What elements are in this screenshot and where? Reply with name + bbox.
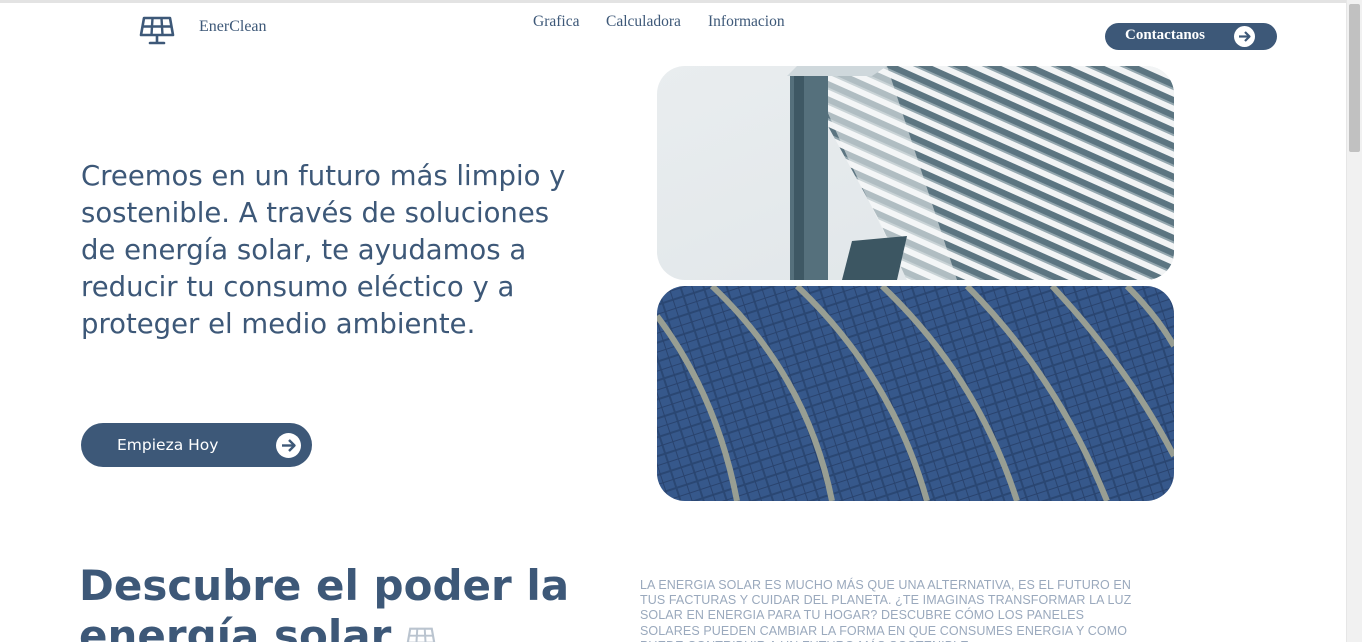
hero-text: Creemos en un futuro más limpio y sosten… — [81, 160, 566, 340]
top-border — [0, 0, 1346, 3]
solar-panel-icon[interactable] — [139, 16, 175, 45]
contact-button[interactable]: Contactanos — [1105, 23, 1277, 50]
brand-name[interactable]: EnerClean — [199, 18, 267, 36]
start-today-button[interactable]: Empieza Hoy — [81, 423, 312, 467]
solar-panel-icon — [406, 627, 436, 642]
nav-link-informacion[interactable]: Informacion — [708, 13, 785, 31]
section-title-text: Descubre el poder la energía solar — [79, 561, 570, 642]
arrow-right-circle-icon — [276, 433, 301, 458]
vertical-scrollbar[interactable] — [1346, 0, 1362, 642]
solar-structure-photo — [657, 66, 1174, 280]
solar-panels-photo — [657, 286, 1174, 501]
contact-button-label: Contactanos — [1125, 27, 1206, 43]
scrollbar-thumb[interactable] — [1349, 4, 1360, 152]
start-today-button-label: Empieza Hoy — [117, 436, 219, 454]
arrow-right-circle-icon — [1234, 26, 1255, 47]
nav-link-calculadora[interactable]: Calculadora — [606, 13, 681, 31]
section-description: LA ENERGIA SOLAR ES MUCHO MÁS QUE UNA AL… — [640, 578, 1132, 642]
nav-link-grafica[interactable]: Grafica — [533, 13, 579, 31]
section-title: Descubre el poder la energía solar — [79, 561, 599, 642]
